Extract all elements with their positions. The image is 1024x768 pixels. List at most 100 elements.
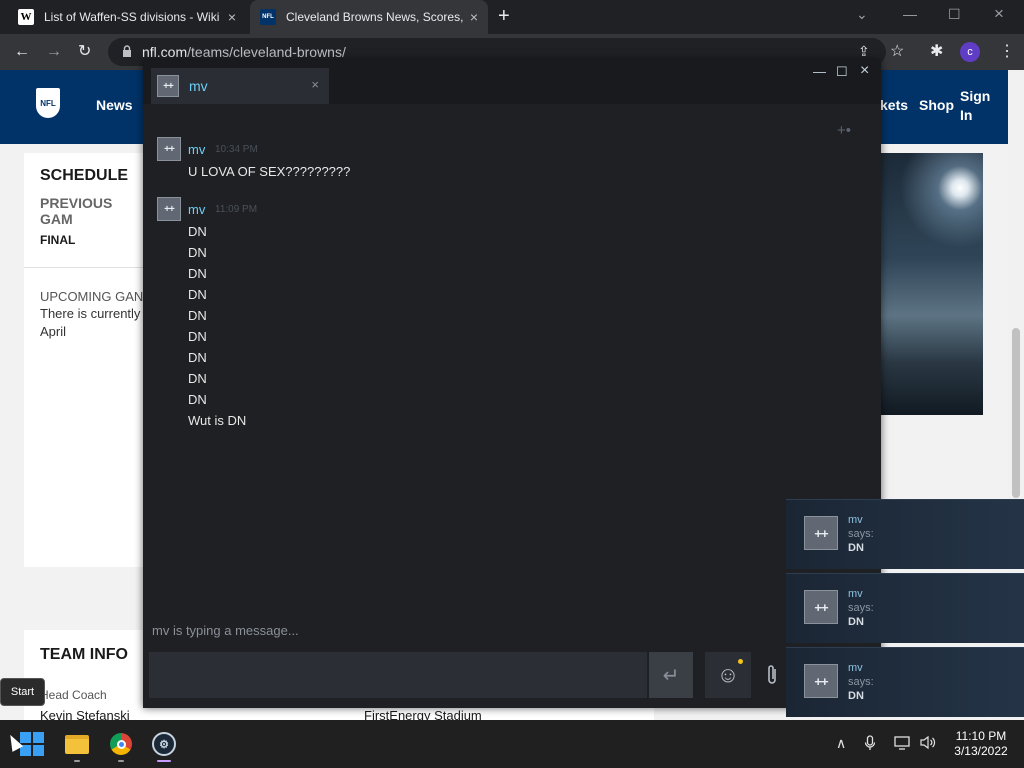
scrollbar-thumb[interactable] (1012, 328, 1020, 498)
chat-close-button[interactable]: × (860, 62, 869, 80)
paperclip-icon (768, 665, 776, 684)
chat-minimize-button[interactable]: — (813, 64, 826, 79)
message-timestamp: 11:09 PM (215, 204, 258, 215)
nav-news[interactable]: News (96, 97, 133, 113)
message-author[interactable]: mv (188, 202, 205, 217)
wikipedia-favicon-icon: W (18, 9, 34, 25)
message-text: DN (188, 350, 207, 365)
chat-tab-mv[interactable]: ++ mv × (151, 68, 329, 104)
close-tab-icon[interactable]: × (228, 9, 236, 25)
extensions-icon[interactable]: ✱ (930, 41, 943, 61)
send-button[interactable]: ↵ (649, 652, 693, 698)
tab-title: List of Waffen-SS divisions - Wiki (44, 10, 220, 24)
team-info-title: TEAM INFO (40, 646, 128, 663)
nav-tickets[interactable]: kets (880, 97, 908, 113)
chat-maximize-button[interactable]: ☐ (836, 64, 848, 80)
restore-window-button[interactable]: ☐ (948, 6, 961, 23)
tab-search-chevron-icon[interactable]: ⌄ (856, 6, 868, 23)
chat-message-input[interactable] (149, 652, 647, 698)
url-host: nfl.com (142, 44, 188, 60)
notification-says: says: (848, 602, 874, 614)
friend-avatar: ++ (157, 75, 179, 97)
running-indicator (74, 760, 80, 762)
steam-notification[interactable]: ++ mv says: DN (786, 573, 1024, 643)
nfl-favicon-icon: NFL (260, 9, 276, 25)
nav-shop[interactable]: Shop (919, 97, 954, 113)
message-avatar[interactable]: ++ (157, 137, 181, 161)
message-text: DN (188, 308, 207, 323)
close-chat-tab-icon[interactable]: × (311, 77, 319, 92)
close-tab-icon[interactable]: × (470, 9, 478, 25)
stadium-photo (880, 153, 983, 415)
new-indicator-dot (738, 659, 743, 664)
steam-notification[interactable]: ++ mv says: DN (786, 499, 1024, 569)
emoji-icon: ☺ (716, 662, 740, 687)
running-indicator (118, 760, 124, 762)
chrome-taskbar-button[interactable] (106, 729, 136, 759)
chat-tab-name: mv (189, 78, 208, 94)
tab-title: Cleveland Browns News, Scores, (286, 10, 464, 24)
forward-button[interactable]: → (46, 42, 62, 62)
notification-name: mv (848, 662, 863, 674)
message-timestamp: 10:34 PM (215, 144, 258, 155)
tab-wikipedia[interactable]: W List of Waffen-SS divisions - Wiki × (8, 0, 246, 34)
show-hidden-icons-button[interactable]: ∧ (836, 735, 846, 752)
reload-button[interactable]: ↻ (78, 42, 91, 62)
notification-says: says: (848, 528, 874, 540)
notification-avatar: ++ (804, 664, 838, 698)
message-text: DN (188, 287, 207, 302)
message-text: DN (188, 371, 207, 386)
network-icon[interactable] (894, 735, 912, 753)
stadium-name: FirstEnergy Stadium (364, 708, 482, 720)
enter-icon: ↵ (662, 664, 680, 687)
message-text: DN (188, 329, 207, 344)
chat-header: ++ mv × — ☐ × (143, 60, 881, 104)
active-indicator (157, 760, 171, 762)
head-coach-label: Head Coach (40, 688, 107, 702)
notification-avatar: ++ (804, 516, 838, 550)
message-text: DN (188, 266, 207, 281)
profile-avatar[interactable]: c (960, 42, 980, 62)
steam-taskbar-button[interactable]: ⚙ (149, 729, 179, 759)
file-explorer-button[interactable] (62, 729, 92, 759)
clock-time: 11:10 PM (955, 729, 1007, 743)
notification-name: mv (848, 588, 863, 600)
notification-avatar: ++ (804, 590, 838, 624)
message-text: DN (188, 224, 207, 239)
attach-button[interactable] (759, 652, 785, 698)
browser-menu-icon[interactable]: ⋮ (999, 41, 1015, 61)
message-text: U LOVA OF SEX????????? (188, 164, 351, 179)
clock-date: 3/13/2022 (954, 744, 1008, 758)
message-author[interactable]: mv (188, 142, 205, 157)
new-tab-button[interactable]: + (498, 5, 510, 27)
nfl-logo-icon[interactable]: NFL (36, 88, 60, 118)
microphone-icon[interactable] (864, 735, 876, 754)
minimize-window-button[interactable]: — (903, 6, 917, 22)
lock-icon (122, 44, 134, 60)
windows-logo-icon (20, 732, 44, 756)
browser-tab-bar: W List of Waffen-SS divisions - Wiki × N… (0, 0, 1024, 34)
steam-notification[interactable]: ++ mv says: DN (786, 647, 1024, 717)
message-avatar[interactable]: ++ (157, 197, 181, 221)
notification-name: mv (848, 514, 863, 526)
schedule-title: SCHEDULE (40, 167, 129, 184)
volume-icon[interactable] (919, 735, 937, 753)
system-clock[interactable]: 11:10 PM 3/13/2022 (948, 729, 1014, 759)
share-icon[interactable]: ⇪ (858, 43, 870, 60)
close-window-button[interactable]: × (994, 4, 1004, 24)
back-button[interactable]: ← (14, 42, 30, 62)
add-friend-icon[interactable]: +• (837, 122, 851, 139)
head-coach-name: Kevin Stefanski (40, 708, 130, 720)
chrome-icon (110, 733, 132, 755)
steam-icon: ⚙ (152, 732, 176, 756)
notification-text: DN (848, 690, 864, 702)
tab-cleveland-browns[interactable]: NFL Cleveland Browns News, Scores, × (250, 0, 488, 34)
bookmark-star-icon[interactable]: ☆ (890, 41, 904, 61)
nav-sign-in[interactable]: Sign In (960, 87, 1000, 125)
url-path: /teams/cleveland-browns/ (187, 44, 346, 60)
start-tooltip: Start (0, 678, 45, 706)
emoticon-button[interactable]: ☺ (705, 652, 751, 698)
final-label: FINAL (40, 233, 76, 247)
schedule-card: SCHEDULE PREVIOUS GAM FINAL UPCOMING GAN… (24, 153, 213, 567)
message-text: DN (188, 245, 207, 260)
